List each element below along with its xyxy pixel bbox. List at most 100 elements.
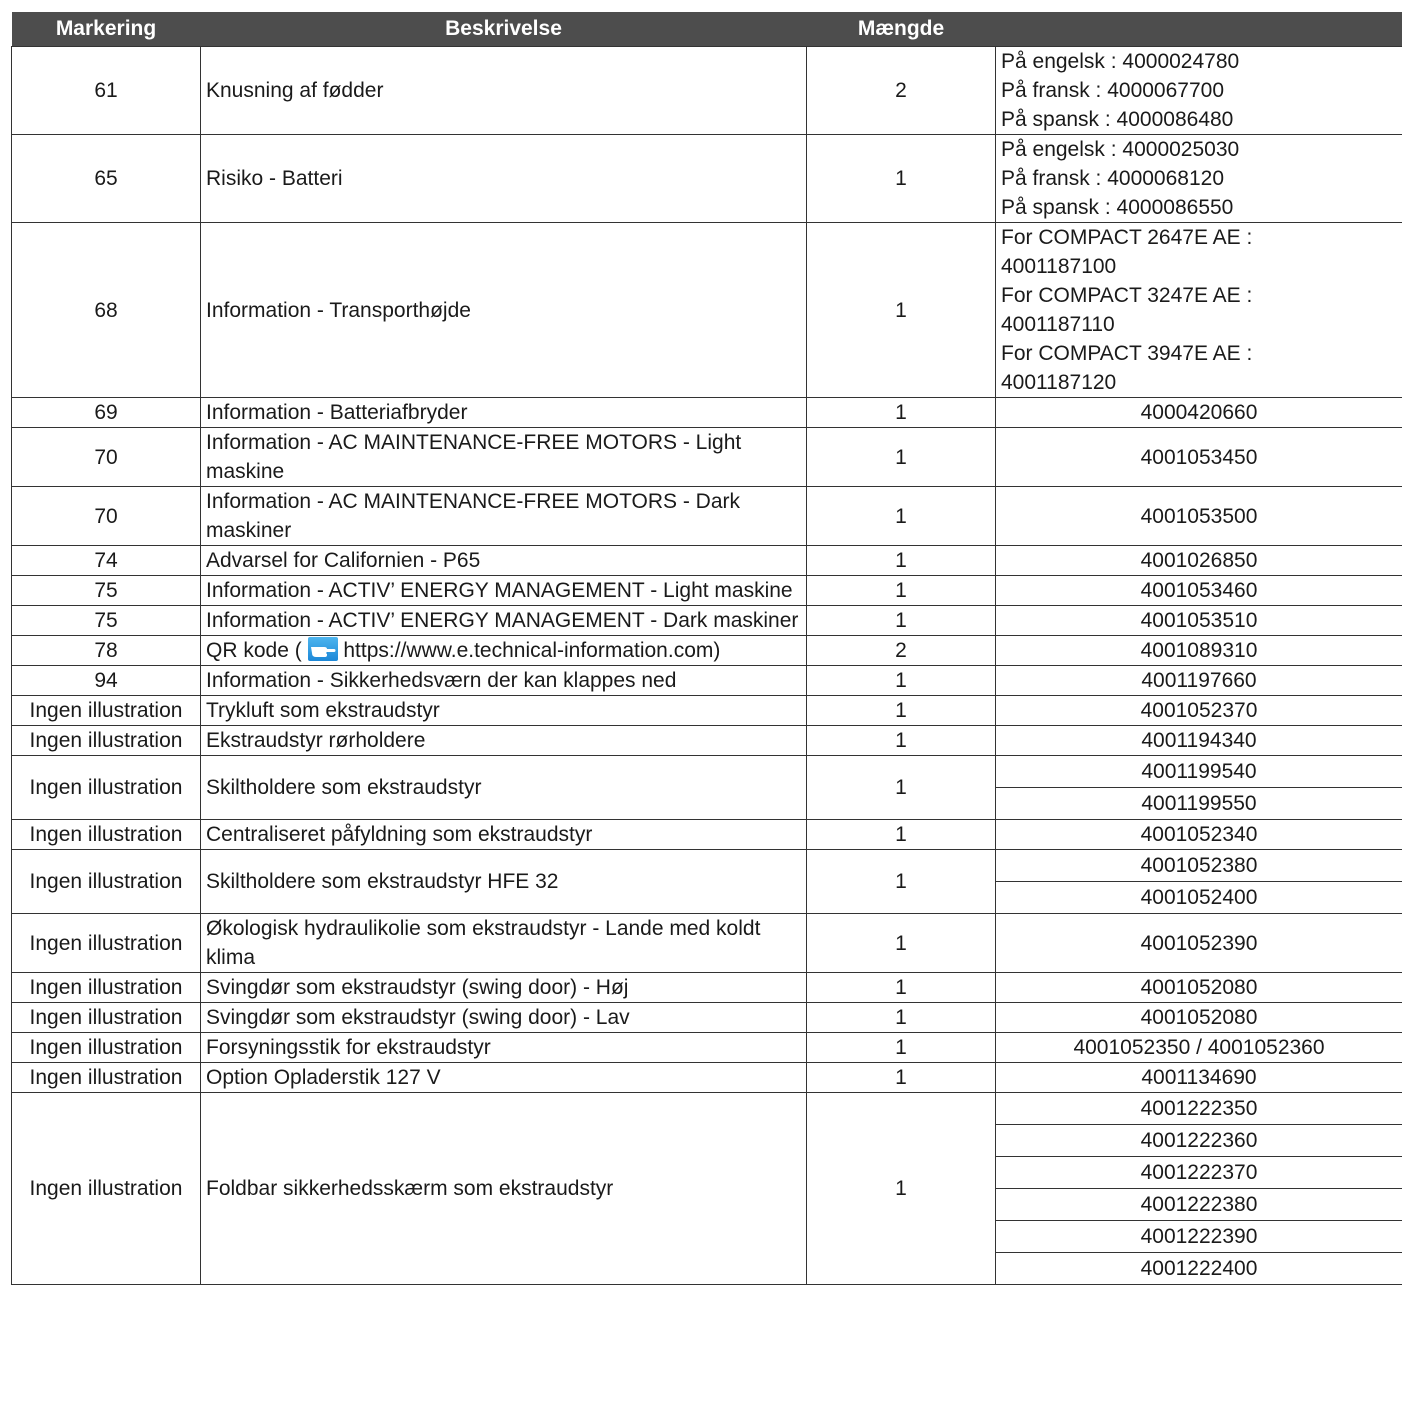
parts-table-wrapper: Markering Beskrivelse Mængde 61 Knusning … [11,12,1402,1285]
cell-maengde: 1 [806,665,996,696]
pointing-hand-icon [307,637,338,661]
reference-line: På fransk : 4000067700 [1001,79,1225,102]
table-row: Ingen illustration Option Opladerstik 127… [11,1062,1402,1093]
reference-line: På fransk : 4000068120 [1001,167,1225,190]
table-row: 78 QR kode ( https://www.e.technical-info… [11,635,1402,666]
cell-reference: 4001197660 [995,665,1402,696]
reference-line: På engelsk : 4000024780 [1001,50,1240,73]
cell-markering: 61 [11,46,201,135]
cell-markering: Ingen illustration [11,849,201,914]
cell-reference: 4001199540 4001199550 [995,755,1402,820]
table-row: 70 Information - AC MAINTENANCE-FREE MOTO… [11,486,1402,546]
cell-reference: 4001052080 [995,972,1402,1003]
cell-maengde: 1 [806,545,996,576]
header-reference [995,12,1402,47]
reference-line: På spansk : 4000086480 [1001,108,1234,131]
table-body: 61 Knusning af fødder 2 På engelsk : 400002… [11,46,1402,1285]
cell-maengde: 1 [806,427,996,487]
cell-markering: 68 [11,222,201,398]
cell-markering: Ingen illustration [11,972,201,1003]
cell-maengde: 1 [806,222,996,398]
table-row: 70 Information - AC MAINTENANCE-FREE MOTO… [11,427,1402,487]
header-row: Markering Beskrivelse Mængde [11,12,1402,47]
cell-reference: 4001053510 [995,605,1402,636]
reference-number: 4001222390 [996,1220,1402,1252]
parts-table: Markering Beskrivelse Mængde 61 Knusning … [11,12,1402,1285]
desc-text-post[interactable]: https://www.e.technical-information.com) [338,639,720,662]
cell-maengde: 1 [806,1002,996,1033]
cell-beskrivelse: Skiltholdere som ekstraudstyr HFE 32 [200,849,807,914]
reference-lines: For COMPACT 2647E AE : 4001187100 For COMP… [1001,223,1397,397]
cell-reference: For COMPACT 2647E AE : 4001187100 For COMP… [995,222,1402,398]
reference-line: På spansk : 4000086550 [1001,196,1234,219]
reference-stack: 4001222350 4001222360 4001222370 4001222380… [996,1093,1402,1284]
cell-markering: Ingen illustration [11,1092,201,1285]
reference-number: 4001222400 [996,1252,1402,1284]
reference-lines: På engelsk : 4000024780 På fransk : 40000… [1001,47,1397,134]
table-row: Ingen illustration Svingdør som ekstrauds… [11,1002,1402,1033]
reference-number: 4001222350 [1140,1097,1258,1120]
cell-reference: 4001194340 [995,725,1402,756]
cell-reference: 4001053460 [995,575,1402,606]
table-row: Ingen illustration Svingdør som ekstrauds… [11,972,1402,1003]
table-row: Ingen illustration Centraliseret påfyldni… [11,819,1402,850]
cell-beskrivelse: Information - ACTIV’ ENERGY MANAGEMENT -… [200,575,807,606]
table-row: Ingen illustration Foldbar sikkerhedsskær… [11,1092,1402,1285]
reference-number: 4001052400 [996,881,1402,913]
reference-line: 4001187100 [1001,255,1117,278]
reference-number: 4001222370 [996,1156,1402,1188]
cell-beskrivelse: Svingdør som ekstraudstyr (swing door) -… [200,1002,807,1033]
cell-markering: Ingen illustration [11,755,201,820]
cell-reference: På engelsk : 4000024780 På fransk : 40000… [995,46,1402,135]
table-row: Ingen illustration Økologisk hydraulikoli… [11,913,1402,973]
cell-reference: 4001053500 [995,486,1402,546]
desc-text-pre: QR kode ( [206,639,302,662]
cell-beskrivelse: Information - AC MAINTENANCE-FREE MOTORS… [200,427,807,487]
table-row: 75 Information - ACTIV’ ENERGY MANAGEMENT… [11,575,1402,606]
cell-markering: Ingen illustration [11,1062,201,1093]
cell-reference: 4001052380 4001052400 [995,849,1402,914]
cell-maengde: 1 [806,134,996,223]
cell-reference: 4001052340 [995,819,1402,850]
header-maengde: Mængde [806,12,996,47]
cell-maengde: 1 [806,695,996,726]
cell-maengde: 2 [806,46,996,135]
cell-markering: 75 [11,605,201,636]
cell-maengde: 1 [806,725,996,756]
reference-line: For COMPACT 3947E AE : [1001,342,1253,365]
cell-beskrivelse: Forsyningsstik for ekstraudstyr [200,1032,807,1063]
cell-reference: 4001026850 [995,545,1402,576]
header-markering: Markering [11,12,201,47]
cell-markering: 78 [11,635,201,666]
cell-beskrivelse: Trykluft som ekstraudstyr [200,695,807,726]
cell-maengde: 1 [806,849,996,914]
cell-beskrivelse: Risiko - Batteri [200,134,807,223]
reference-stack: 4001052380 4001052400 [996,850,1402,913]
cell-maengde: 1 [806,819,996,850]
reference-line: På engelsk : 4000025030 [1001,138,1240,161]
cell-markering: Ingen illustration [11,725,201,756]
cell-beskrivelse: Knusning af fødder [200,46,807,135]
cell-markering: 69 [11,397,201,428]
cell-maengde: 1 [806,755,996,820]
table-row: 69 Information - Batteriafbryder 1 40004206… [11,397,1402,428]
table-row: Ingen illustration Skiltholdere som ekstr… [11,849,1402,914]
cell-maengde: 1 [806,605,996,636]
table-row: 68 Information - Transporthøjde 1 For COMPA… [11,222,1402,398]
reference-line: For COMPACT 3247E AE : [1001,284,1253,307]
reference-lines: På engelsk : 4000025030 På fransk : 40000… [1001,135,1397,222]
cell-markering: 70 [11,486,201,546]
cell-markering: 65 [11,134,201,223]
table-row: 74 Advarsel for Californien - P65 1 4001026… [11,545,1402,576]
table-row: Ingen illustration Trykluft som ekstrauds… [11,695,1402,726]
cell-beskrivelse: QR kode ( https://www.e.technical-inform… [200,635,807,666]
cell-reference: 4001052080 [995,1002,1402,1033]
cell-beskrivelse: Information - AC MAINTENANCE-FREE MOTORS… [200,486,807,546]
cell-beskrivelse: Foldbar sikkerhedsskærm som ekstraudstyr [200,1092,807,1285]
cell-markering: Ingen illustration [11,1002,201,1033]
reference-number: 4001052380 [1140,854,1258,877]
table-row: Ingen illustration Skiltholdere som ekstr… [11,755,1402,820]
cell-beskrivelse: Skiltholdere som ekstraudstyr [200,755,807,820]
cell-markering: Ingen illustration [11,819,201,850]
table-row: 65 Risiko - Batteri 1 På engelsk : 40000250… [11,134,1402,223]
